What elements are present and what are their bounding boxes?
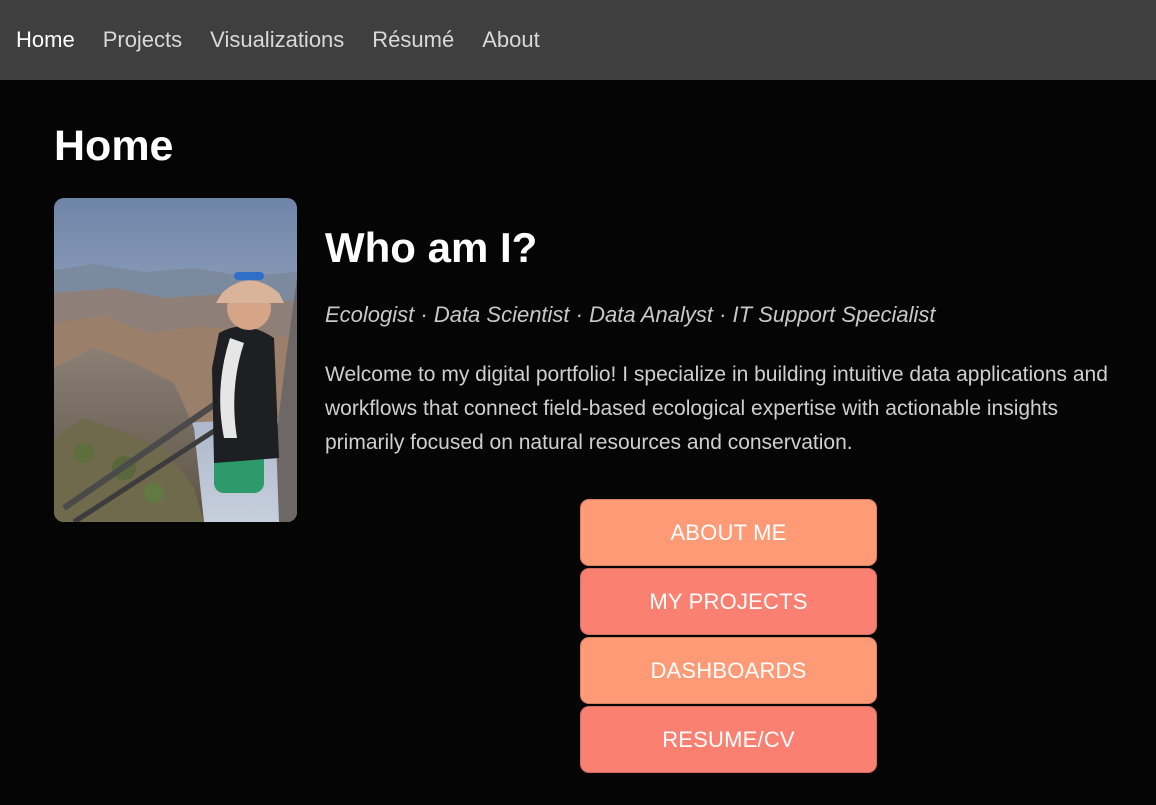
nav-link-resume[interactable]: Résumé: [372, 27, 454, 53]
intro-heading: Who am I?: [325, 224, 538, 271]
roles-subtitle: Ecologist · Data Scientist · Data Analys…: [325, 302, 936, 327]
intro-paragraph: Welcome to my digital portfolio! I speci…: [325, 363, 1108, 454]
top-navbar: Home Projects Visualizations Résumé Abou…: [0, 0, 1156, 80]
dashboards-button[interactable]: DASHBOARDS: [580, 637, 877, 704]
profile-photo: [54, 198, 297, 522]
page-title: Home: [54, 122, 174, 170]
cta-button-stack: ABOUT ME MY PROJECTS DASHBOARDS RESUME/C…: [580, 499, 877, 775]
nav-link-projects[interactable]: Projects: [103, 27, 182, 53]
my-projects-button[interactable]: MY PROJECTS: [580, 568, 877, 635]
about-me-button[interactable]: ABOUT ME: [580, 499, 877, 566]
nav-link-about[interactable]: About: [482, 27, 540, 53]
nav-link-home[interactable]: Home: [16, 27, 75, 53]
resume-cv-button[interactable]: RESUME/CV: [580, 706, 877, 773]
nav-link-visualizations[interactable]: Visualizations: [210, 27, 344, 53]
